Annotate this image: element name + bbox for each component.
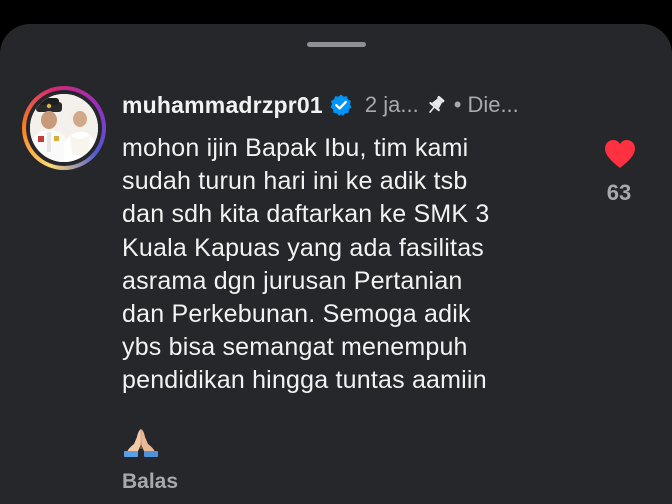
verified-badge-icon <box>329 93 353 117</box>
comment-time: 2 ja... <box>364 92 419 117</box>
reply-button[interactable]: Balas <box>122 470 178 494</box>
comment-edited-label: Die... <box>467 92 519 117</box>
heart-icon[interactable] <box>603 138 637 170</box>
avatar[interactable] <box>30 94 98 162</box>
comment-header: muhammadrzpr01 2 ja... • Die... <box>122 90 519 120</box>
avatar-story-ring[interactable] <box>22 86 106 170</box>
pin-icon <box>425 94 447 116</box>
comment-text: mohon ijin Bapak Ibu, tim kami sudah tur… <box>122 134 490 395</box>
username[interactable]: muhammadrzpr01 <box>122 92 323 119</box>
avatar-photo <box>30 94 98 162</box>
avatar-ring-gap <box>26 90 102 166</box>
comment-item: muhammadrzpr01 2 ja... • Die... mohon ij… <box>0 24 672 504</box>
like-count: 63 <box>606 180 632 205</box>
praying-hands-emoji <box>122 427 160 457</box>
comments-sheet: muhammadrzpr01 2 ja... • Die... mohon ij… <box>0 24 672 504</box>
separator-dot: • <box>453 92 462 117</box>
